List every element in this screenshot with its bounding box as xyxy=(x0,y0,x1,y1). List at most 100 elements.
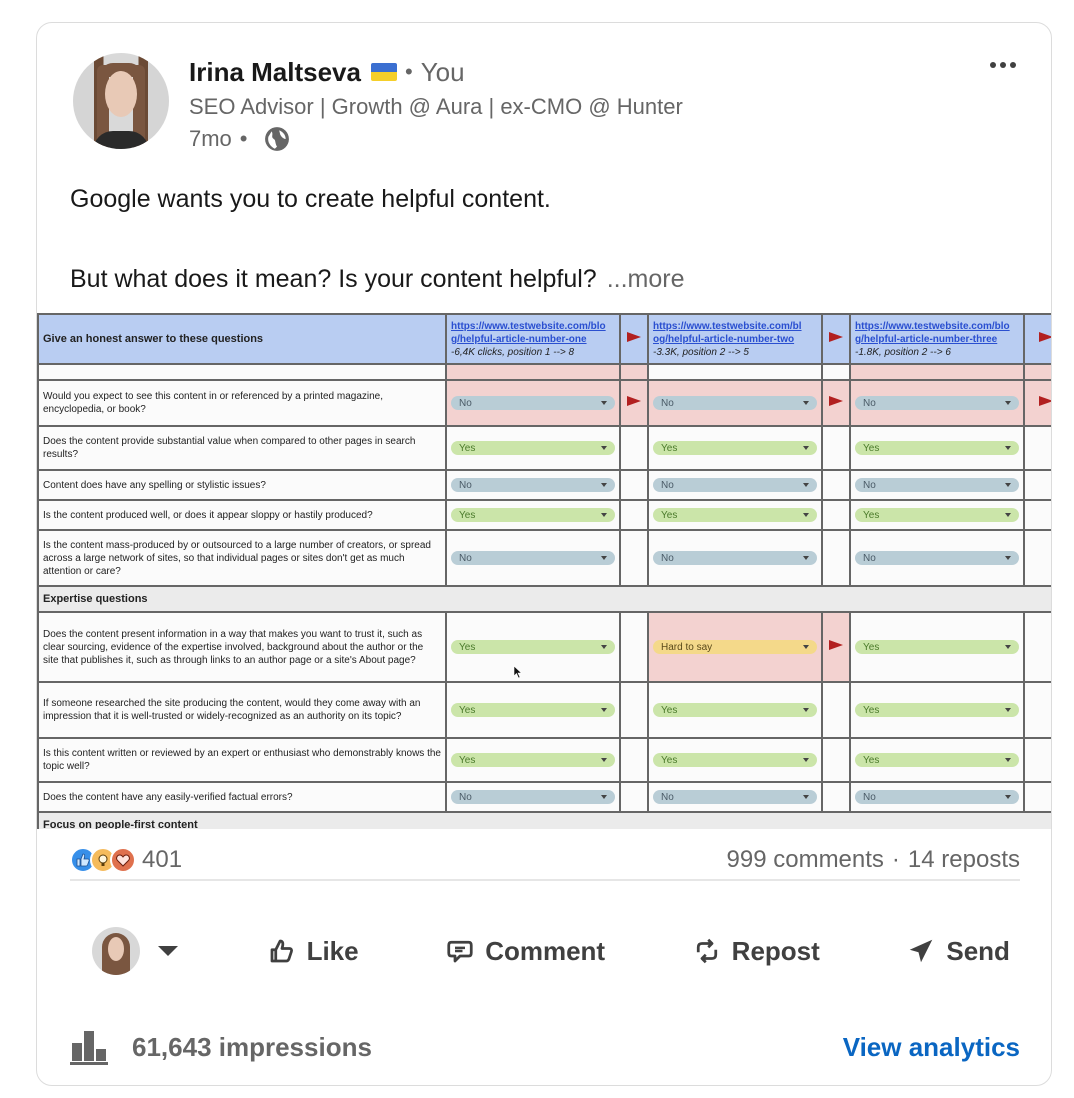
like-button[interactable]: Like xyxy=(257,928,369,975)
answer-dropdown[interactable]: Hard to say xyxy=(653,640,817,654)
answer-dropdown[interactable]: Yes xyxy=(653,441,817,455)
answer-dropdown[interactable]: Yes xyxy=(451,640,615,654)
actor-switcher[interactable] xyxy=(70,919,190,983)
red-flag-icon xyxy=(1039,396,1051,406)
answer-dropdown[interactable]: No xyxy=(653,478,817,492)
column-url-2a[interactable]: https://www.testwebsite.com/bl xyxy=(653,320,817,333)
answer-dropdown[interactable]: No xyxy=(451,551,615,565)
comment-icon xyxy=(447,940,473,963)
red-flag-icon xyxy=(627,396,641,406)
bar-chart-icon xyxy=(70,1031,108,1065)
author-name[interactable]: Irina Maltseva xyxy=(189,55,361,89)
answer-dropdown[interactable]: No xyxy=(451,790,615,804)
caret-down-icon xyxy=(803,446,809,450)
like-label: Like xyxy=(306,935,359,966)
comments-count-link[interactable]: 999 comments xyxy=(727,846,884,874)
column-header-3: https://www.testwebsite.com/blo g/helpful… xyxy=(849,313,1025,365)
post-text: Google wants you to create helpful conte… xyxy=(70,179,685,299)
answer-dropdown[interactable]: No xyxy=(451,396,615,410)
separator: • xyxy=(239,126,248,151)
column-url-3a[interactable]: https://www.testwebsite.com/blo xyxy=(855,320,1019,333)
answer-dropdown[interactable]: Yes xyxy=(653,508,817,522)
caret-down-icon xyxy=(601,513,607,517)
caret-down-icon xyxy=(803,758,809,762)
red-flag-icon xyxy=(1039,332,1051,342)
table-row: Is the content produced well, or does it… xyxy=(37,499,1051,531)
column-url-1a[interactable]: https://www.testwebsite.com/blo xyxy=(451,320,615,333)
reposts-count-link[interactable]: 14 reposts xyxy=(908,846,1020,874)
reaction-count: 401 xyxy=(142,846,183,873)
send-icon xyxy=(910,939,933,963)
question-cell: If someone researched the site producing… xyxy=(37,681,447,739)
table-row: Is this content written or reviewed by a… xyxy=(37,737,1051,783)
question-cell: Content does have any spelling or stylis… xyxy=(37,469,447,501)
red-flag-icon xyxy=(829,640,843,650)
answer-dropdown[interactable]: Yes xyxy=(653,753,817,767)
table-row: Does the content provide substantial val… xyxy=(37,425,1051,471)
answer-dropdown[interactable]: No xyxy=(653,396,817,410)
answer-dropdown[interactable]: No xyxy=(653,790,817,804)
repost-button[interactable]: Repost xyxy=(682,928,830,975)
caret-down-icon xyxy=(803,513,809,517)
red-flag-icon xyxy=(829,332,843,342)
caret-down-icon xyxy=(1005,645,1011,649)
answer-dropdown[interactable]: Yes xyxy=(855,640,1019,654)
answer-dropdown[interactable]: Yes xyxy=(451,441,615,455)
post-image-spreadsheet[interactable]: Give an honest answer to these questions… xyxy=(37,313,1051,829)
column-header-1: https://www.testwebsite.com/blo g/helpful… xyxy=(445,313,621,365)
column-header-2: https://www.testwebsite.com/bl og/helpful… xyxy=(647,313,823,365)
post-time[interactable]: 7mo xyxy=(189,123,232,155)
send-button[interactable]: Send xyxy=(896,928,1020,975)
column-url-1b[interactable]: g/helpful-article-number-one xyxy=(451,333,615,346)
table-row: Does the content have any easily-verifie… xyxy=(37,781,1051,813)
answer-dropdown[interactable]: No xyxy=(451,478,615,492)
see-more-link[interactable]: ...more xyxy=(607,265,685,293)
caret-down-icon xyxy=(601,556,607,560)
section-title: Focus on people-first content xyxy=(37,811,1051,829)
answer-dropdown[interactable]: Yes xyxy=(855,753,1019,767)
author-avatar[interactable] xyxy=(73,53,169,149)
impressions-link[interactable]: 61,643 impressions xyxy=(70,1029,372,1065)
caret-down-icon xyxy=(1005,401,1011,405)
question-cell: Would you expect to see this content in … xyxy=(37,379,447,427)
column-url-2b[interactable]: og/helpful-article-number-two xyxy=(653,333,817,346)
red-flag-icon xyxy=(627,332,641,342)
column-url-3b[interactable]: g/helpful-article-number-three xyxy=(855,333,1019,346)
column-delta-2: -3.3K, position 2 --> 5 xyxy=(653,346,749,358)
table-row: Is the content mass-produced by or outso… xyxy=(37,529,1051,587)
reactions-summary[interactable]: 401 xyxy=(70,846,182,874)
caret-down-icon xyxy=(1005,556,1011,560)
actor-avatar xyxy=(92,927,140,975)
caret-down-icon xyxy=(1005,483,1011,487)
answer-dropdown[interactable]: Yes xyxy=(451,508,615,522)
globe-icon xyxy=(264,127,289,151)
answer-dropdown[interactable]: No xyxy=(855,551,1019,565)
more-options-button[interactable] xyxy=(983,51,1023,79)
answer-dropdown[interactable]: No xyxy=(855,790,1019,804)
caret-down-icon xyxy=(803,483,809,487)
comment-label: Comment xyxy=(485,935,606,966)
answer-dropdown[interactable]: Yes xyxy=(653,703,817,717)
section-row: Focus on people-first content xyxy=(37,811,1051,829)
comment-button[interactable]: Comment xyxy=(435,928,615,975)
answer-dropdown[interactable]: No xyxy=(653,551,817,565)
answer-dropdown[interactable]: Yes xyxy=(855,703,1019,717)
table-row: Content does have any spelling or stylis… xyxy=(37,469,1051,501)
social-counts: 401 999 comments · 14 reposts xyxy=(70,841,1020,881)
answer-dropdown[interactable]: No xyxy=(855,478,1019,492)
answer-dropdown[interactable]: Yes xyxy=(451,753,615,767)
view-analytics-link[interactable]: View analytics xyxy=(843,1032,1020,1063)
impressions-count: 61,643 impressions xyxy=(132,1031,372,1062)
repost-icon xyxy=(696,938,717,964)
answer-dropdown[interactable]: No xyxy=(855,396,1019,410)
answer-dropdown[interactable]: Yes xyxy=(855,441,1019,455)
relation-label: You xyxy=(420,57,465,87)
sheet-header-row: Give an honest answer to these questions… xyxy=(37,313,1051,365)
answer-dropdown[interactable]: Yes xyxy=(855,508,1019,522)
question-cell: Is this content written or reviewed by a… xyxy=(37,737,447,783)
separator: · xyxy=(891,846,900,873)
analytics-footer: 61,643 impressions View analytics xyxy=(70,1023,1020,1071)
caret-down-icon xyxy=(601,645,607,649)
answer-dropdown[interactable]: Yes xyxy=(451,703,615,717)
send-label: Send xyxy=(946,935,1010,966)
